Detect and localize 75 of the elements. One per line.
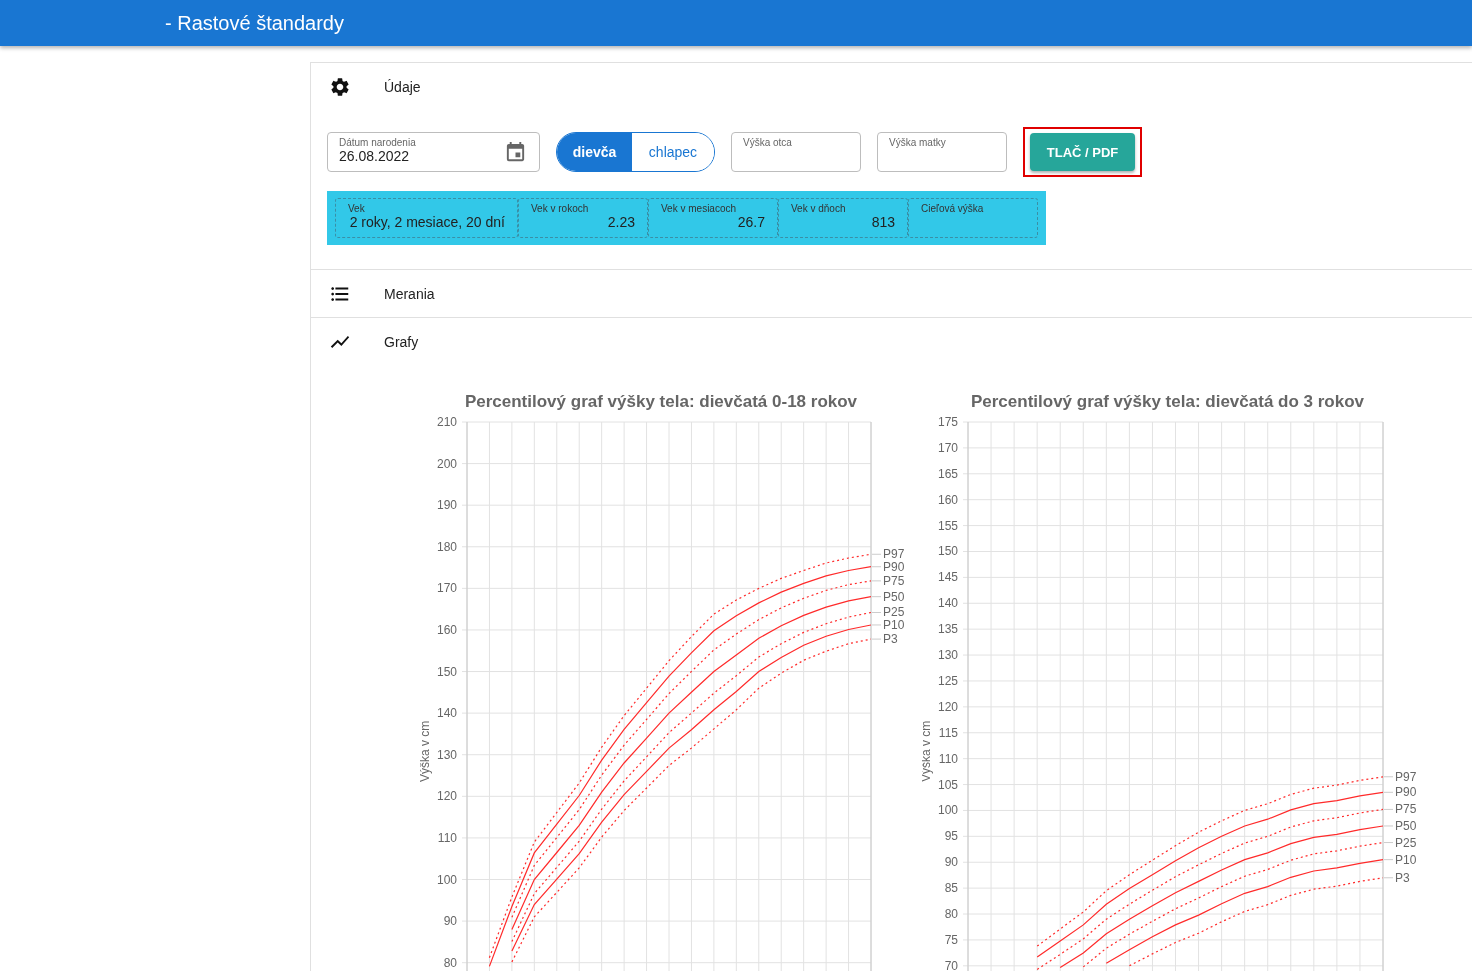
series-label: P75 [1395,802,1417,817]
info-value: 26.7 [736,214,765,230]
calendar-icon[interactable] [504,141,527,164]
axis-tick-label: 100 [436,872,457,887]
axis-tick-label: 105 [937,777,958,792]
series-label: P50 [1395,819,1417,833]
series-label: P90 [1395,785,1417,800]
axis-tick-label: 75 [944,932,958,947]
series-label: P97 [883,547,905,562]
axis-tick-label: 120 [937,699,958,714]
series-label: P50 [883,589,905,604]
axis-tick-label: 150 [937,544,958,559]
toggle-option[interactable]: dievča [557,133,632,171]
axis-tick-label: 130 [436,747,457,762]
axis-tick-label: 100 [937,803,958,818]
info-value: 813 [870,214,895,230]
info-label: Vek v dňoch [791,203,847,214]
axis-tick-label: 110 [437,830,457,845]
axis-tick-label: 80 [443,955,457,970]
axis-tick-label: 110 [938,751,958,766]
axis-tick-label: 170 [436,581,457,596]
series-label: P90 [883,559,905,574]
info-label: Cieľová výška [921,203,985,214]
input-field[interactable]: Výška otca [731,132,861,172]
section-title[interactable]: Merania [384,285,435,302]
series-label: P25 [883,605,905,620]
axis-tick-label: 80 [944,907,958,922]
chart-title: Percentilový graf výšky tela: dievčatá 0-18 rokov [464,392,858,411]
series-label: P97 [1395,769,1417,784]
axis-tick-label: 90 [944,855,958,870]
series-label: P3 [1395,870,1410,885]
axis-tick-label: 200 [436,456,457,471]
field-label: Dátum narodenia [339,137,417,148]
series-label: P75 [883,573,905,588]
axis-tick-label: 140 [436,706,457,721]
section-title[interactable]: Údaje [384,78,421,95]
axis-tick-label: 95 [944,829,958,844]
series-label: P10 [1395,852,1417,867]
axis-tick-label: 210 [436,415,457,429]
info-label: Vek [348,203,366,214]
axis-tick-label: 175 [937,415,958,429]
info-value: 2 roky, 2 mesiace, 20 dní [348,214,505,230]
axis-tick-label: 150 [436,664,457,679]
axis-tick-label: 120 [436,789,457,804]
axis-tick-label: 180 [436,539,457,554]
info-label: Vek v mesiacoch [661,203,738,214]
axis-tick-label: 135 [937,622,958,637]
axis-tick-label: 85 [944,881,958,896]
axis-title: Výška v cm [418,720,432,783]
input-field[interactable]: Výška matky [877,132,1007,172]
info-value: 2.23 [606,214,635,230]
axis-tick-label: 125 [937,673,958,688]
date-field[interactable]: Dátum narodenia 26.08.2022 [327,132,540,172]
axis-tick-label: 170 [937,440,958,455]
chart-title: Percentilový graf výšky tela: dievčatá do 3 rokov [970,392,1365,411]
field-value: 26.08.2022 [339,148,410,164]
app-title: - Rastové štandardy [165,11,344,35]
series-label: P25 [1395,835,1417,850]
series-label: P10 [883,617,905,632]
axis-tick-label: 130 [937,648,958,663]
axis-tick-label: 90 [443,914,457,929]
settings-icon [329,75,351,98]
axis-tick-label: 145 [937,570,958,585]
axis-tick-label: 165 [937,466,958,481]
info-label: Vek v rokoch [531,203,590,214]
axis-tick-label: 160 [436,622,457,637]
axis-tick-label: 155 [937,518,958,533]
axis-tick-label: 160 [937,492,958,507]
axis-tick-label: 70 [944,958,958,971]
section-title[interactable]: Grafy [384,333,419,350]
series-label: P3 [883,632,898,647]
axis-tick-label: 140 [937,596,958,611]
axis-tick-label: 115 [938,725,958,740]
axis-title: Výška v cm [922,720,933,783]
axis-tick-label: 190 [436,498,457,513]
